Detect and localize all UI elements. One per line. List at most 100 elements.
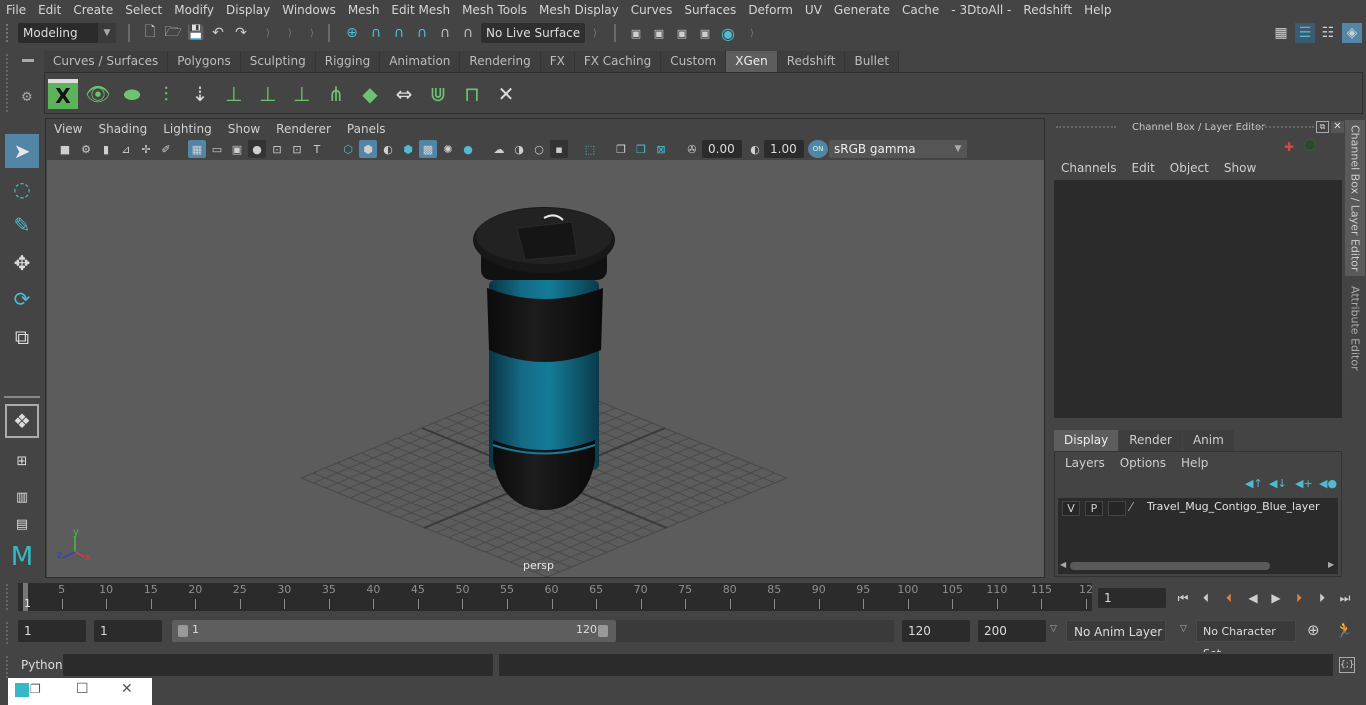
menu-3dtoall[interactable]: - 3DtoAll - <box>945 0 1017 20</box>
end-time-field[interactable]: 200 <box>978 620 1046 642</box>
menu-mesh[interactable]: Mesh <box>342 0 386 20</box>
safe-action-icon[interactable]: ⊡ <box>288 140 306 158</box>
shelf-tab-fx[interactable]: FX <box>540 51 575 72</box>
menu-modify[interactable]: Modify <box>168 0 220 20</box>
scroll-left-icon[interactable]: ◀ <box>1060 560 1066 569</box>
color-management-toggle[interactable]: ON <box>808 140 828 158</box>
menu-uv[interactable]: UV <box>799 0 828 20</box>
menu-surfaces[interactable]: Surfaces <box>678 0 742 20</box>
grip-handle[interactable] <box>6 656 10 678</box>
exposure-icon[interactable]: ✇ <box>683 140 701 158</box>
snap-grid-icon[interactable]: ⊕ <box>342 23 362 43</box>
flip-guides-icon[interactable]: ⇔ <box>389 79 419 109</box>
shelf-menu-icon[interactable] <box>22 59 34 62</box>
new-layer-icon[interactable]: ◀+ <box>1295 477 1313 490</box>
layer-display-type-toggle[interactable] <box>1108 501 1126 516</box>
smooth-shade-icon[interactable]: ⬢ <box>359 140 377 158</box>
grip-handle[interactable] <box>6 54 10 112</box>
tool-settings-icon[interactable]: ☷ <box>1318 23 1338 43</box>
hypershade-icon[interactable]: ◉ <box>718 23 738 43</box>
place-guides-icon[interactable]: ⇣ <box>185 79 215 109</box>
layer-color-swatch[interactable]: ⁄ <box>1130 500 1132 514</box>
snap-point-icon[interactable]: ∩ <box>389 23 409 43</box>
delete-guides-icon[interactable]: ✕ <box>491 79 521 109</box>
image-plane-icon[interactable]: ⊿ <box>117 140 135 158</box>
move-layer-down-icon[interactable]: ◀↓ <box>1269 477 1287 490</box>
scrollbar-thumb[interactable] <box>1070 562 1270 570</box>
shelf-tab-custom[interactable]: Custom <box>661 51 727 72</box>
close-icon[interactable]: ✕ <box>1331 121 1344 133</box>
guide-cage-icon[interactable]: ⊓ <box>457 79 487 109</box>
panel-menu-panels[interactable]: Panels <box>339 119 394 139</box>
safe-title-icon[interactable]: T <box>308 140 326 158</box>
menu-generate[interactable]: Generate <box>828 0 896 20</box>
layer-playback-toggle[interactable]: P <box>1085 501 1103 516</box>
menu-help[interactable]: Help <box>1166 452 1208 474</box>
layer-name[interactable]: Travel_Mug_Contigo_Blue_layer <box>1147 500 1320 513</box>
menu-cache[interactable]: Cache <box>896 0 945 20</box>
ik-fk-icon[interactable] <box>1304 139 1316 151</box>
xray-components-icon[interactable]: ⊠ <box>652 140 670 158</box>
float-panel-icon[interactable]: ⧉ <box>1316 121 1329 133</box>
step-forward-key-icon[interactable]: ⏵ <box>1311 587 1333 609</box>
menu-help[interactable]: Help <box>1078 0 1117 20</box>
current-frame-field[interactable]: 1 <box>1098 588 1166 608</box>
menu-redshift[interactable]: Redshift <box>1017 0 1078 20</box>
range-start-grip[interactable] <box>178 625 188 637</box>
panel-menu-renderer[interactable]: Renderer <box>268 119 339 139</box>
xray-joints-icon[interactable]: ❐ <box>632 140 650 158</box>
new-scene-icon[interactable]: 🗋 <box>140 23 160 43</box>
menu-show[interactable]: Show <box>1209 158 1256 178</box>
menu-select[interactable]: Select <box>119 0 168 20</box>
scale-tool-icon[interactable]: ⧉ <box>5 320 39 354</box>
menu-edit[interactable]: Edit <box>1117 158 1155 178</box>
hide-preview-icon[interactable]: ⬬ <box>117 79 147 109</box>
shelf-tab-bullet[interactable]: Bullet <box>845 51 900 72</box>
grip-handle[interactable] <box>6 622 10 644</box>
gate-mask-icon[interactable]: ● <box>248 140 266 158</box>
range-slider-track[interactable]: 1 120 <box>172 620 894 642</box>
grip-handle[interactable] <box>6 24 10 42</box>
play-forward-icon[interactable]: ▶ <box>1265 587 1287 609</box>
shelf-tab-polygons[interactable]: Polygons <box>168 51 241 72</box>
field-chart-icon[interactable]: ⊡ <box>268 140 286 158</box>
shelf-tab-fx-caching[interactable]: FX Caching <box>574 51 662 72</box>
maximize-icon[interactable]: ☐ <box>76 681 89 697</box>
render-view-icon[interactable]: ▣ <box>626 23 646 43</box>
paint-layer-icon[interactable]: ◆ <box>355 79 385 109</box>
collapse-icon[interactable]: ⟩ <box>302 23 322 43</box>
menu-options[interactable]: Options <box>1105 452 1166 474</box>
channel-box-list[interactable] <box>1054 180 1342 418</box>
menu-file[interactable]: File <box>0 0 32 20</box>
preview-visibility-icon[interactable]: 👁 <box>83 79 113 109</box>
shelf-tab-rendering[interactable]: Rendering <box>460 51 541 72</box>
select-guides-icon[interactable]: ⋓ <box>423 79 453 109</box>
close-icon[interactable]: ✕ <box>121 681 133 697</box>
menu-edit-mesh[interactable]: Edit Mesh <box>385 0 456 20</box>
playback-start-field[interactable]: 1 <box>94 620 162 642</box>
horizontal-scrollbar[interactable]: ◀ ▶ <box>1058 560 1338 572</box>
camera-attributes-icon[interactable]: ⚙ <box>77 140 95 158</box>
xray-icon[interactable]: ❐ <box>612 140 630 158</box>
scroll-right-icon[interactable]: ▶ <box>1328 560 1334 569</box>
command-input[interactable] <box>63 654 493 676</box>
ambient-occlusion-icon[interactable]: ☁ <box>490 140 508 158</box>
colorspace-dropdown[interactable]: sRGB gamma ▼ <box>829 140 967 158</box>
grip-handle[interactable] <box>6 584 10 610</box>
2d-pan-zoom-icon[interactable]: ✢ <box>137 140 155 158</box>
start-time-field[interactable]: 1 <box>18 620 86 642</box>
menu-layers[interactable]: Layers <box>1055 452 1105 474</box>
restore-icon[interactable]: ❐ <box>30 682 41 696</box>
panel-menu-lighting[interactable]: Lighting <box>155 119 220 139</box>
collapse-icon[interactable]: ⟩ <box>280 23 300 43</box>
menu-mesh-tools[interactable]: Mesh Tools <box>456 0 533 20</box>
command-language-toggle[interactable]: Python <box>21 658 63 672</box>
shelf-tab-rigging[interactable]: Rigging <box>315 51 381 72</box>
step-back-frame-icon[interactable]: ⏴ <box>1218 587 1240 609</box>
go-to-end-icon[interactable]: ⏭ <box>1334 587 1356 609</box>
add-guides-icon[interactable]: ⫶ <box>151 79 181 109</box>
attribute-editor-icon[interactable]: ☰ <box>1295 23 1315 43</box>
grease-pencil-icon[interactable]: ✐ <box>157 140 175 158</box>
menu-windows[interactable]: Windows <box>276 0 342 20</box>
outliner-layout-icon[interactable]: ▥ <box>5 480 39 514</box>
